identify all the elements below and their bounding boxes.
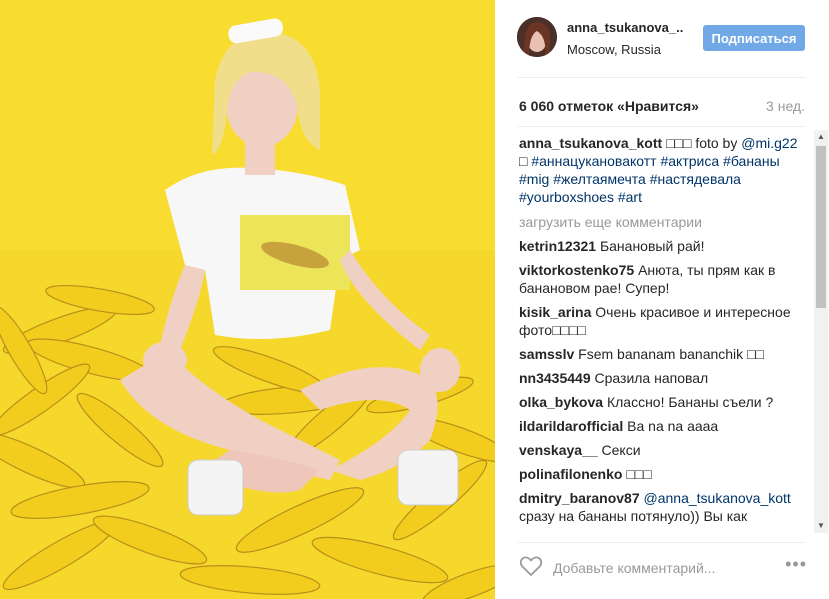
comment-mention[interactable]: @anna_tsukanova_kott	[644, 490, 791, 506]
post-time[interactable]: 3 нед.	[766, 98, 805, 114]
comment-item: venskaya__ Секси	[519, 441, 807, 459]
hashtag-link[interactable]: #настядевала	[650, 171, 741, 187]
hashtag-link[interactable]: #актриса	[660, 153, 719, 169]
comment-item: ildarildarofficial Ва na na аааа	[519, 417, 807, 435]
add-comment-input[interactable]	[553, 558, 763, 578]
hashtag-link[interactable]: #аннацукановакотт	[531, 153, 656, 169]
caption-text: □□□ foto by	[666, 135, 742, 151]
header-divider	[517, 77, 806, 78]
scroll-down-arrow-icon[interactable]: ▼	[814, 519, 828, 533]
comment-username[interactable]: samsslv	[519, 346, 574, 362]
post-caption: anna_tsukanova_kott □□□ foto by @mi.g22 …	[519, 134, 807, 206]
comment-text: Ва na na аааа	[627, 418, 719, 434]
scroll-up-arrow-icon[interactable]: ▲	[814, 130, 828, 144]
comment-username[interactable]: olka_bykova	[519, 394, 603, 410]
hashtag-link[interactable]: #бананы	[723, 153, 780, 169]
comment-text: сразу на бананы потянуло)) Вы как	[519, 508, 748, 524]
comment-text: □□□	[626, 466, 652, 482]
comment-text: Классно! Бананы съели ?	[606, 394, 774, 410]
comment-username[interactable]: nn3435449	[519, 370, 591, 386]
comment-username[interactable]: viktorkostenko75	[519, 262, 634, 278]
comment-username[interactable]: ketrin12321	[519, 238, 596, 254]
hashtag-link[interactable]: #желтаямечта	[553, 171, 646, 187]
likes-count[interactable]: 6 060 отметок «Нравится»	[519, 98, 699, 114]
hashtag-link[interactable]: #yourboxshoes	[519, 189, 614, 205]
caption-text: □	[519, 153, 532, 169]
avatar-image	[517, 17, 557, 57]
comment-text: Банановый рай!	[599, 238, 705, 254]
post-photo[interactable]	[0, 0, 495, 599]
comment-item: samsslv Fsem bananam bananchik □□	[519, 345, 807, 363]
comments-list: anna_tsukanova_kott □□□ foto by @mi.g22 …	[519, 134, 807, 544]
comments-scrollbar[interactable]: ▲ ▼	[814, 130, 828, 533]
comment-item: dmitry_baranov87 @anna_tsukanova_kott ср…	[519, 489, 807, 525]
comment-item: nn3435449 Сразила наповал	[519, 369, 807, 387]
hashtag-link[interactable]: #art	[618, 189, 642, 205]
comments-divider	[517, 542, 806, 543]
comment-item: polinafilonenko □□□	[519, 465, 807, 483]
caption-mention[interactable]: @mi.g22	[741, 135, 797, 151]
hashtag-link[interactable]: #mig	[519, 171, 549, 187]
post-details-panel: anna_tsukanova_.. Moscow, Russia Подписа…	[495, 0, 829, 599]
comment-text: Сразила наповал	[594, 370, 709, 386]
avatar[interactable]	[517, 17, 557, 57]
follow-button[interactable]: Подписаться	[703, 25, 805, 51]
comment-username[interactable]: venskaya__	[519, 442, 598, 458]
post-owner-username[interactable]: anna_tsukanova_..	[567, 20, 683, 35]
heart-outline-icon[interactable]	[519, 555, 543, 577]
comment-username[interactable]: ildarildarofficial	[519, 418, 623, 434]
caption-username[interactable]: anna_tsukanova_kott	[519, 135, 662, 151]
comment-username[interactable]: dmitry_baranov87	[519, 490, 640, 506]
likes-divider	[517, 126, 806, 127]
comment-username[interactable]: kisik_arina	[519, 304, 591, 320]
scrollbar-thumb[interactable]	[816, 146, 826, 308]
more-options-ellipsis-icon[interactable]: •••	[785, 554, 807, 575]
post-location[interactable]: Moscow, Russia	[567, 42, 661, 57]
load-more-comments[interactable]: загрузить еще комментарии	[519, 213, 807, 231]
comment-text: Секси	[601, 442, 641, 458]
comment-item: olka_bykova Классно! Бананы съели ?	[519, 393, 807, 411]
comment-username[interactable]: polinafilonenko	[519, 466, 622, 482]
comment-item: ketrin12321 Банановый рай!	[519, 237, 807, 255]
comment-text: Fsem bananam bananchik □□	[578, 346, 764, 362]
comment-item: viktorkostenko75 Анюта, ты прям как в ба…	[519, 261, 807, 297]
photo-illustration	[0, 0, 495, 599]
comment-item: kisik_arina Очень красивое и интересное …	[519, 303, 807, 339]
